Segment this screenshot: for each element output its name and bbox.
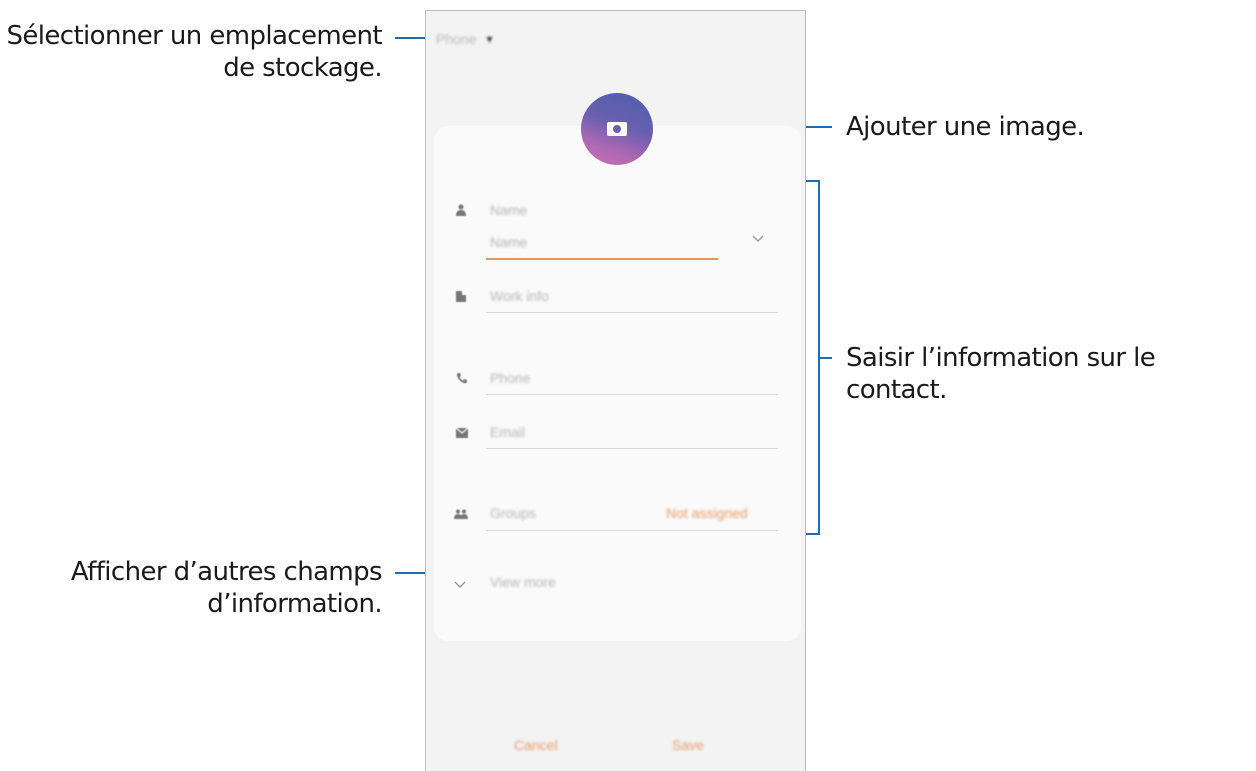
camera-icon	[607, 122, 627, 136]
callout-storage: Sélectionner un emplacement de stockage.	[0, 20, 382, 84]
building-icon	[456, 290, 470, 304]
phone-screen: Phone ▾ Name Name Work info Phone Email	[425, 10, 806, 771]
phone-underline	[486, 394, 778, 395]
email-icon	[455, 427, 470, 441]
email-input[interactable]: Email	[490, 424, 525, 440]
groups-value[interactable]: Not assigned	[666, 505, 748, 521]
add-image-button[interactable]	[581, 93, 653, 165]
work-underline	[486, 312, 778, 313]
person-icon	[456, 204, 470, 218]
contact-form-card: Name Name Work info Phone Email Groups N…	[434, 126, 801, 641]
groups-icon	[454, 508, 468, 522]
callout-more-line1: Afficher d’autres champs	[70, 557, 383, 587]
storage-location-dropdown[interactable]: Phone ▾	[436, 31, 493, 47]
save-button[interactable]: Save	[672, 737, 704, 753]
name-label: Name	[490, 202, 528, 218]
callout-more-fields: Afficher d’autres champs d’information.	[0, 556, 383, 620]
storage-value: Phone	[436, 31, 477, 47]
view-more-chevron-icon[interactable]	[454, 576, 466, 592]
callout-more-line2: d’information.	[207, 589, 382, 619]
view-more-button[interactable]: View more	[490, 574, 556, 590]
callout-image: Ajouter une image.	[846, 112, 1085, 142]
name-input[interactable]: Name	[490, 234, 527, 250]
caret-down-icon: ▾	[486, 32, 493, 46]
name-underline	[486, 258, 718, 260]
callout-storage-line2: de stockage.	[223, 53, 382, 83]
groups-underline	[486, 530, 778, 531]
bracket-pointer	[820, 357, 832, 359]
work-info-input[interactable]: Work info	[490, 288, 549, 304]
phone-icon	[456, 372, 470, 386]
cancel-button[interactable]: Cancel	[514, 737, 558, 753]
groups-label: Groups	[490, 505, 536, 521]
callout-contact-info: Saisir l’information sur le contact.	[846, 343, 1156, 405]
callout-storage-line1: Sélectionner un emplacement	[6, 21, 382, 51]
email-underline	[486, 448, 778, 449]
phone-input[interactable]: Phone	[490, 370, 530, 386]
chevron-down-icon[interactable]	[752, 230, 764, 246]
